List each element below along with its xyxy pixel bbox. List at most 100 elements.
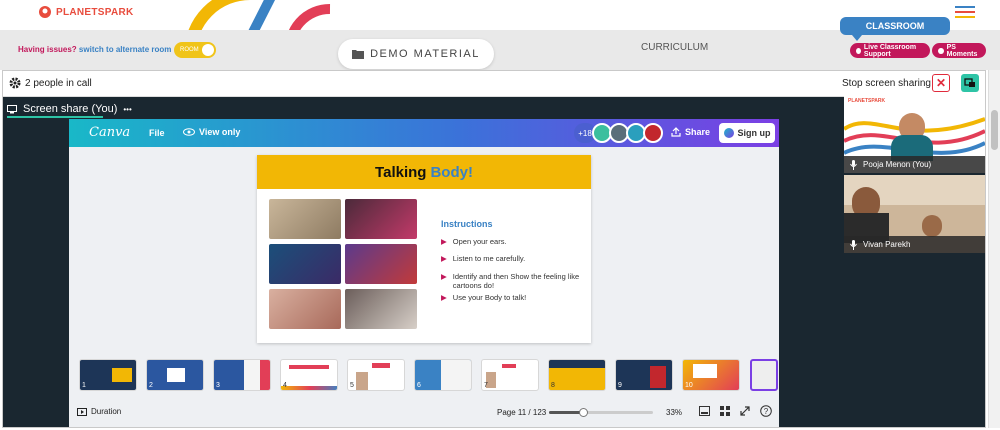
curriculum-tab[interactable]: CURRICULUM <box>641 42 708 53</box>
share-icon <box>671 127 681 137</box>
cartoon-image <box>345 199 417 239</box>
sign-up-label: Sign up <box>737 128 771 138</box>
thumbnail-number: 2 <box>149 382 153 389</box>
screen-icon <box>7 104 17 113</box>
current-slide: Talking Body! Instructions ▶ Open your ea… <box>257 155 591 343</box>
microphone-icon[interactable] <box>850 159 857 170</box>
participant-name: Pooja Menon (You) <box>863 160 932 169</box>
demo-material-button[interactable]: DEMO MATERIAL <box>338 39 494 69</box>
sign-up-button[interactable]: Sign up <box>719 123 775 143</box>
slide-thumbnail-current[interactable] <box>750 359 778 391</box>
child-photo <box>269 289 341 329</box>
people-count: 2 people in call <box>25 78 92 89</box>
thumbnail-number: 4 <box>283 382 287 389</box>
toggle-knob <box>202 44 214 56</box>
slide-thumbnail[interactable]: 7 <box>481 359 539 391</box>
demo-material-label: DEMO MATERIAL <box>370 48 480 60</box>
participant-name: Vivan Parekh <box>863 240 911 249</box>
help-icon[interactable]: ? <box>760 405 772 417</box>
zoom-level: 33% <box>666 408 683 417</box>
live-classroom-support-button[interactable]: Live Classroom Support <box>850 43 930 58</box>
zoom-slider-knob[interactable] <box>579 408 589 417</box>
file-menu[interactable]: File <box>149 128 165 138</box>
list-item-text: Identify and then Show the feeling like … <box>452 271 580 291</box>
instructions-title: Instructions <box>441 219 493 229</box>
view-only-button[interactable]: View only <box>183 127 240 137</box>
call-panel: 2 people in call Stop screen sharing ✕ S… <box>2 70 986 428</box>
list-item-text: Open your ears. <box>452 237 507 246</box>
fullscreen-icon[interactable] <box>740 406 750 416</box>
slide-thumbnail[interactable]: 8 <box>548 359 606 391</box>
slide-thumbnail[interactable]: 10 <box>682 359 740 391</box>
play-screen-icon <box>77 407 87 416</box>
tile-brand-text: PLANETSPARK <box>848 98 886 104</box>
room-toggle[interactable]: ROOM <box>174 42 216 58</box>
issues-prefix: Having issues? <box>18 45 77 54</box>
plus-icon <box>856 47 861 54</box>
triangle-bullet-icon: ▶ <box>441 271 447 281</box>
alternate-room-link[interactable]: switch to alternate room <box>79 45 171 54</box>
slide-thumbnail[interactable]: 5 <box>347 359 405 391</box>
cartoon-image <box>269 244 341 284</box>
classroom-tab-pointer <box>852 35 862 41</box>
more-options-icon[interactable]: ••• <box>123 105 131 114</box>
cartoon-image <box>269 199 341 239</box>
plus-icon <box>938 47 944 54</box>
cartoon-image <box>345 244 417 284</box>
thumbnail-number: 8 <box>551 382 555 389</box>
stop-sharing-label[interactable]: Stop screen sharing <box>842 78 931 89</box>
share-button[interactable]: Share <box>671 127 710 137</box>
thumbnails-icon[interactable] <box>720 406 730 416</box>
canva-circle-icon <box>723 128 734 138</box>
screen-share-label: Screen share (You) <box>23 103 118 115</box>
triangle-bullet-icon: ▶ <box>441 254 447 264</box>
screen-share-icon[interactable] <box>961 74 979 92</box>
zoom-slider[interactable] <box>549 408 653 417</box>
ps-moments-label: PS Moments <box>946 43 978 58</box>
slide-thumbnail[interactable]: 6 <box>414 359 472 391</box>
thumbnail-number: 10 <box>685 382 693 389</box>
scrollbar[interactable] <box>988 70 1000 428</box>
slide-thumbnail[interactable]: 2 <box>146 359 204 391</box>
participant-video-tile[interactable]: PLANETSPARK Pooja Menon (You) <box>844 95 985 173</box>
instructions-list: ▶ Open your ears. ▶ Listen to me carefully… <box>441 237 586 302</box>
slide-title-part: Talking <box>375 163 427 181</box>
live-support-label: Live Classroom Support <box>863 43 917 58</box>
thumbnail-number: 9 <box>618 382 622 389</box>
svg-text:?: ? <box>764 407 769 416</box>
ps-moments-button[interactable]: PS Moments <box>932 43 986 58</box>
child-face <box>922 215 942 237</box>
class-ribbon: Having issues? switch to alternate room … <box>0 17 1000 70</box>
list-item-text: Listen to me carefully. <box>452 254 526 264</box>
folder-icon <box>352 50 365 59</box>
triangle-bullet-icon: ▶ <box>441 292 447 302</box>
grid-view-icon[interactable] <box>699 406 710 416</box>
slide-thumbnail[interactable]: 1 <box>79 359 137 391</box>
zoom-slider-fill <box>549 411 584 414</box>
slide-thumbnail[interactable]: 4 <box>280 359 338 391</box>
child-photo <box>345 289 417 329</box>
shared-screen: Canva File View only +18 Share Sign up T… <box>69 119 779 427</box>
screen-share-tab[interactable]: Screen share (You) ••• <box>7 101 132 117</box>
list-item: ▶ Identify and then Show the feeling like… <box>441 272 586 291</box>
share-label: Share <box>685 127 711 137</box>
scrollbar-thumb[interactable] <box>991 110 998 150</box>
logo: PLANETSPARK <box>38 5 134 19</box>
gear-icon[interactable] <box>9 77 21 89</box>
list-item: ▶ Use your Body to talk! <box>441 293 586 302</box>
duration-label: Duration <box>91 407 122 416</box>
participant-video-tile[interactable]: Vivan Parekh <box>844 175 985 253</box>
close-icon[interactable]: ✕ <box>932 74 950 92</box>
slide-thumbnail[interactable]: 3 <box>213 359 271 391</box>
participant-name-bar: Vivan Parekh <box>844 236 985 253</box>
microphone-icon[interactable] <box>850 239 857 250</box>
classroom-tab[interactable]: CLASSROOM <box>840 17 950 35</box>
thumbnail-number: 5 <box>350 382 354 389</box>
canva-toolbar: Canva File View only +18 Share Sign up <box>69 119 779 147</box>
hamburger-menu-icon[interactable] <box>955 6 975 18</box>
participant-name-bar: Pooja Menon (You) <box>844 156 985 173</box>
view-only-label: View only <box>199 127 241 137</box>
thumbnail-number: 7 <box>484 382 488 389</box>
duration-button[interactable]: Duration <box>77 407 121 416</box>
slide-thumbnail[interactable]: 9 <box>615 359 673 391</box>
